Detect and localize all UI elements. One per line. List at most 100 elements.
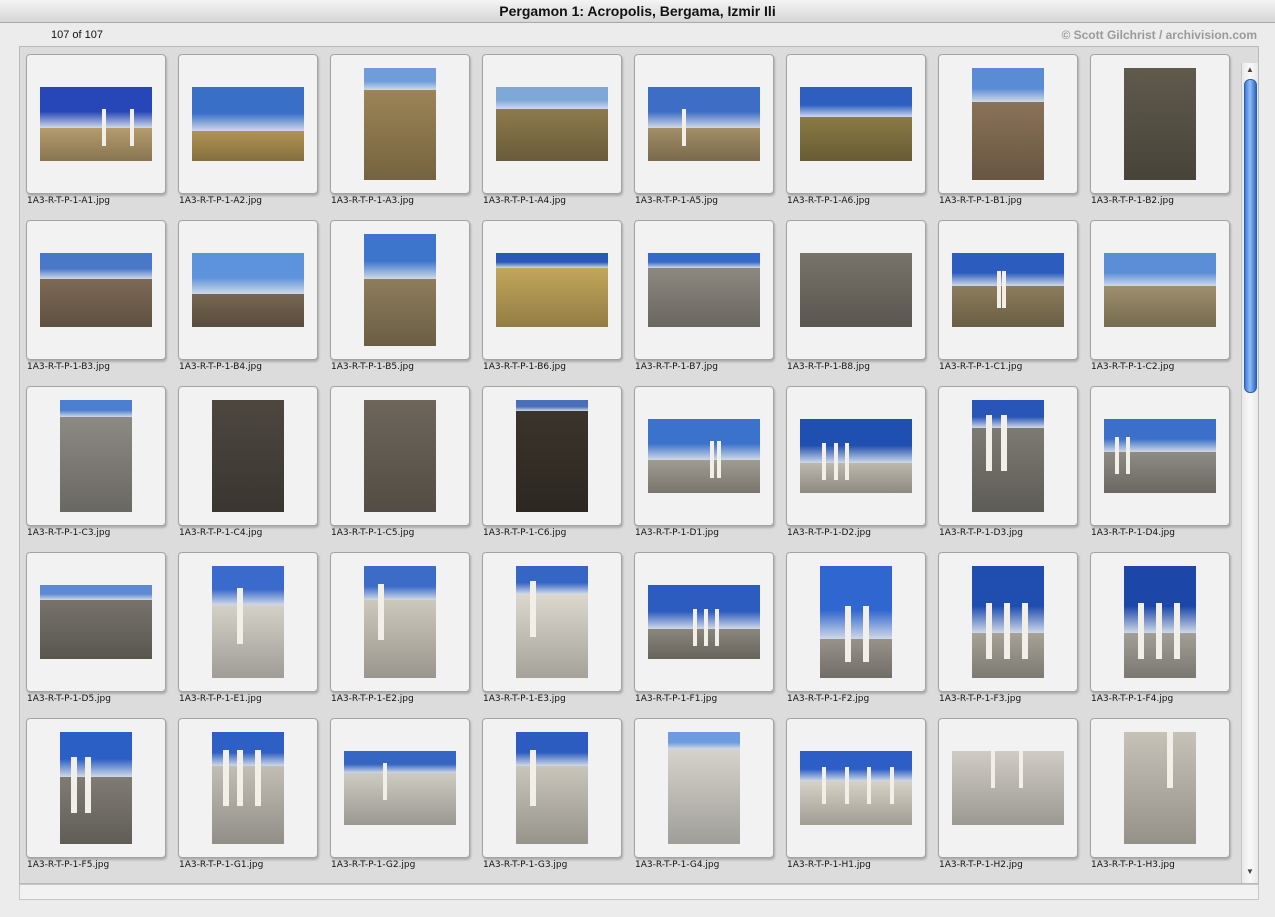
thumbnail-image[interactable] [192, 253, 304, 327]
thumbnail-card[interactable] [178, 386, 318, 526]
thumbnail-card[interactable] [1090, 552, 1230, 692]
thumbnail-card[interactable] [482, 552, 622, 692]
thumbnail-card[interactable] [330, 386, 470, 526]
thumbnail-image[interactable] [952, 751, 1064, 825]
thumbnail-card[interactable] [26, 718, 166, 858]
thumbnail-image[interactable] [952, 253, 1064, 327]
thumbnail-card[interactable] [786, 386, 926, 526]
thumbnail-image[interactable] [648, 419, 760, 493]
photo-column [1167, 732, 1173, 788]
thumbnail-image[interactable] [800, 419, 912, 493]
vertical-scrollbar[interactable]: ▲ ▼ [1241, 63, 1258, 883]
thumbnail-card[interactable] [330, 54, 470, 194]
thumbnail-image[interactable] [364, 234, 436, 346]
thumbnail-image[interactable] [668, 732, 740, 844]
thumbnail-image[interactable] [516, 400, 588, 512]
window-title: Pergamon 1: Acropolis, Bergama, Izmir Il… [0, 0, 1275, 23]
thumbnail-card[interactable] [482, 386, 622, 526]
thumbnail-image[interactable] [972, 68, 1044, 180]
thumbnail-card[interactable] [178, 54, 318, 194]
photo-column [682, 109, 686, 146]
thumbnail-image[interactable] [40, 87, 152, 161]
thumbnail-card[interactable] [634, 386, 774, 526]
thumbnail-card[interactable] [1090, 718, 1230, 858]
thumbnail-card[interactable] [26, 552, 166, 692]
scroll-up-icon[interactable]: ▲ [1242, 63, 1258, 77]
photo-ground [648, 128, 760, 161]
thumbnail-image[interactable] [800, 87, 912, 161]
thumbnail-card[interactable] [634, 552, 774, 692]
thumbnail-image[interactable] [40, 253, 152, 327]
thumbnail-card[interactable] [26, 54, 166, 194]
thumbnail-image[interactable] [364, 400, 436, 512]
thumbnail-card[interactable] [1090, 54, 1230, 194]
photo-sky [364, 68, 436, 90]
thumbnail-card[interactable] [482, 54, 622, 194]
thumbnail-image[interactable] [1124, 732, 1196, 844]
thumbnail-card[interactable] [1090, 386, 1230, 526]
photo-sky [648, 419, 760, 460]
thumbnail-card[interactable] [938, 552, 1078, 692]
thumbnail-image[interactable] [212, 566, 284, 678]
thumbnail-card[interactable] [938, 220, 1078, 360]
thumbnail-filename: 1A3-R-T-P-1-C4.jpg [179, 528, 263, 538]
photo-ground [668, 749, 740, 844]
thumbnail-card[interactable] [634, 718, 774, 858]
thumbnail-card[interactable] [786, 552, 926, 692]
thumbnail-card[interactable] [330, 552, 470, 692]
thumbnail-card[interactable] [482, 718, 622, 858]
thumbnail-image[interactable] [364, 566, 436, 678]
photo-ground [344, 773, 456, 825]
thumbnail-image[interactable] [648, 87, 760, 161]
thumbnail-image[interactable] [60, 400, 132, 512]
scroll-thumb[interactable] [1244, 79, 1257, 393]
thumbnail-image[interactable] [972, 566, 1044, 678]
thumbnail-card[interactable] [330, 220, 470, 360]
thumbnail-image[interactable] [364, 68, 436, 180]
thumbnail-image[interactable] [800, 253, 912, 327]
thumbnail-image[interactable] [972, 400, 1044, 512]
thumbnail-card[interactable] [938, 718, 1078, 858]
thumbnail-image[interactable] [40, 585, 152, 659]
thumbnail-image[interactable] [516, 732, 588, 844]
photo-column [378, 584, 384, 640]
thumbnail-image[interactable] [212, 732, 284, 844]
thumbnail-image[interactable] [820, 566, 892, 678]
thumbnail-card[interactable] [938, 54, 1078, 194]
thumbnail-image[interactable] [516, 566, 588, 678]
thumbnail-card[interactable] [786, 220, 926, 360]
thumbnail-card[interactable] [634, 54, 774, 194]
thumbnail-card[interactable] [938, 386, 1078, 526]
thumbnail-image[interactable] [800, 751, 912, 825]
thumbnail-card[interactable] [330, 718, 470, 858]
thumbnail-card[interactable] [26, 220, 166, 360]
photo-sky [364, 234, 436, 279]
scroll-down-icon[interactable]: ▼ [1242, 865, 1258, 879]
thumbnail-card[interactable] [634, 220, 774, 360]
thumbnail-image[interactable] [496, 253, 608, 327]
thumbnail-image[interactable] [1124, 68, 1196, 180]
thumbnail-image[interactable] [212, 400, 284, 512]
photo-ground [1124, 732, 1196, 844]
thumbnail-image[interactable] [496, 87, 608, 161]
thumbnail-image[interactable] [648, 585, 760, 659]
thumbnail-image[interactable] [1104, 419, 1216, 493]
thumbnail-card[interactable] [178, 552, 318, 692]
thumbnail-card[interactable] [786, 54, 926, 194]
thumbnail-image[interactable] [648, 253, 760, 327]
thumbnail-card[interactable] [178, 220, 318, 360]
thumbnail-card[interactable] [178, 718, 318, 858]
thumbnail-image[interactable] [192, 87, 304, 161]
thumbnail-image[interactable] [1104, 253, 1216, 327]
thumbnail-image[interactable] [60, 732, 132, 844]
thumbnail-card[interactable] [786, 718, 926, 858]
thumbnail-card[interactable] [482, 220, 622, 360]
thumbnail-filename: 1A3-R-T-P-1-A5.jpg [635, 196, 719, 206]
thumbnail-image[interactable] [344, 751, 456, 825]
photo-sky [60, 400, 132, 417]
thumbnail-card[interactable] [26, 386, 166, 526]
photo-sky [40, 585, 152, 600]
photo-sky [516, 400, 588, 411]
thumbnail-image[interactable] [1124, 566, 1196, 678]
thumbnail-card[interactable] [1090, 220, 1230, 360]
